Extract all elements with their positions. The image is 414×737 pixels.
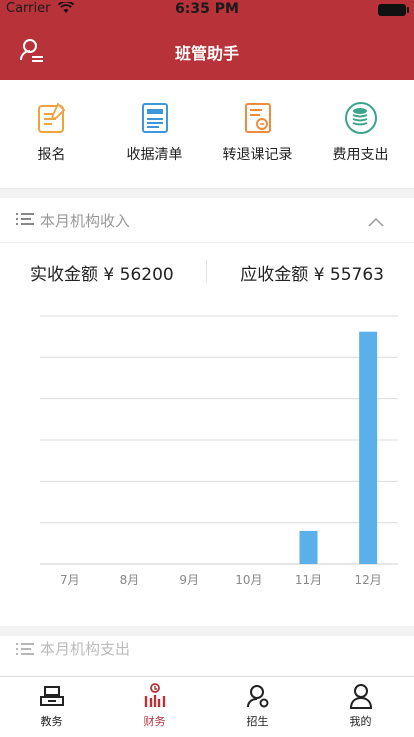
- battery-icon: [378, 4, 409, 16]
- finance-chart-icon: [142, 683, 168, 709]
- income-card: 本月机构收入 实收金额 ¥ 56200 应收金额 ¥ 55763 7月 8月 9月 1…: [0, 198, 414, 626]
- quick-action-signup[interactable]: 报名: [0, 100, 103, 164]
- page-title: 班管助手: [174, 44, 239, 63]
- income-card-header[interactable]: 本月机构收入: [0, 198, 414, 243]
- expense-card-title: 本月机构支出: [40, 640, 131, 658]
- tab-bar: 教务 财务 招生 我的: [0, 676, 414, 737]
- divider: [206, 260, 207, 282]
- quick-actions: 报名 收据清单 转退课记录 费用支出: [0, 80, 414, 189]
- bar-11月[interactable]: [299, 530, 318, 564]
- bar-12月[interactable]: [359, 331, 378, 564]
- enroll-user-icon: [245, 683, 271, 709]
- expected-amount: 应收金额 ¥ 55763: [240, 265, 384, 285]
- expense-card: 本月机构支出: [0, 636, 414, 676]
- tab-finance[interactable]: 财务: [103, 683, 206, 729]
- list-icon: [16, 642, 34, 662]
- clock: 6:35 PM: [175, 1, 239, 17]
- income-card-title: 本月机构收入: [40, 212, 131, 230]
- tab-label: 招生: [246, 715, 269, 728]
- tab-label: 财务: [143, 715, 166, 728]
- quick-action-expenses[interactable]: 费用支出: [309, 100, 412, 164]
- x-tick-label: 7月: [60, 573, 80, 587]
- tab-academic[interactable]: 教务: [0, 683, 103, 729]
- signup-form-icon: [34, 100, 70, 136]
- quick-action-transfer-records[interactable]: 转退课记录: [206, 100, 309, 164]
- x-tick-label: 8月: [120, 573, 140, 587]
- quick-action-label: 报名: [37, 147, 66, 163]
- quick-action-label: 转退课记录: [222, 147, 293, 163]
- quick-action-receipts[interactable]: 收据清单: [103, 100, 206, 164]
- list-icon: [16, 212, 34, 232]
- tab-label: 我的: [349, 715, 372, 728]
- chevron-up-icon[interactable]: [368, 212, 384, 231]
- transfer-record-icon: [240, 100, 276, 136]
- status-bar: Carrier 6:35 PM: [0, 0, 414, 20]
- x-tick-label: 12月: [355, 573, 382, 587]
- tab-profile[interactable]: 我的: [309, 683, 412, 729]
- x-tick-label: 10月: [235, 573, 262, 587]
- profile-icon: [348, 683, 374, 709]
- x-tick-label: 11月: [295, 573, 322, 587]
- academic-icon: [39, 683, 65, 709]
- tab-enroll[interactable]: 招生: [206, 683, 309, 729]
- expense-coins-icon: [343, 100, 379, 136]
- receipt-list-icon: [137, 100, 173, 136]
- income-amounts: 实收金额 ¥ 56200 应收金额 ¥ 55763: [0, 256, 414, 286]
- tab-label: 教务: [40, 715, 63, 728]
- quick-action-label: 收据清单: [126, 147, 183, 163]
- nav-bar: 班管助手: [0, 20, 414, 80]
- income-bar-chart: 7月 8月 9月 10月 11月 12月: [40, 315, 398, 587]
- actual-amount: 实收金额 ¥ 56200: [30, 265, 174, 285]
- quick-action-label: 费用支出: [332, 147, 389, 163]
- x-tick-label: 9月: [179, 573, 199, 587]
